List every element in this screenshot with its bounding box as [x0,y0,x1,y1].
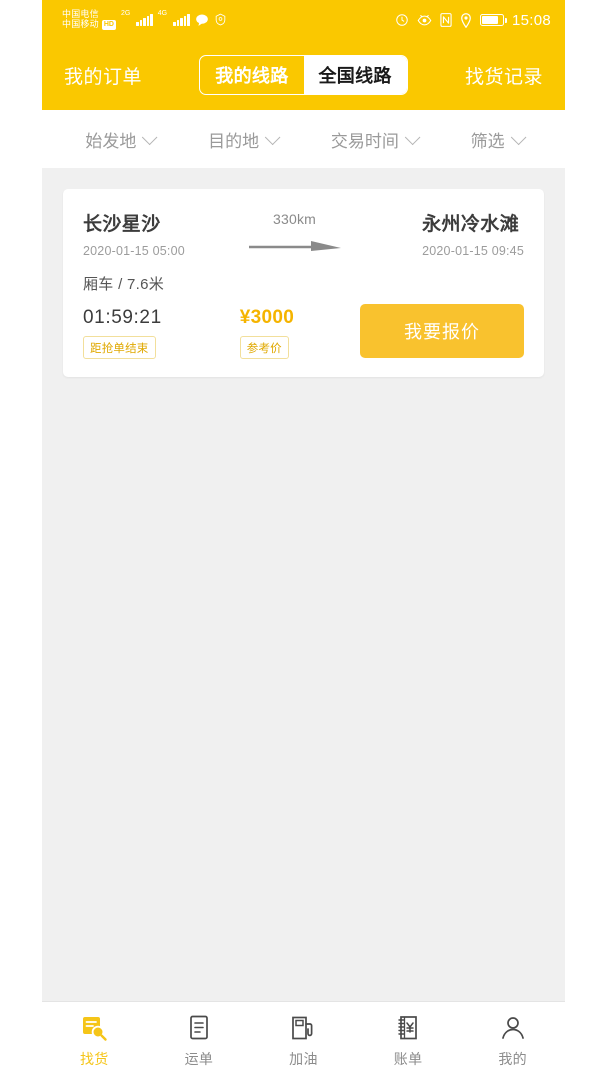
app-screen: 中国电信 中国移动 HD 2G 4G 15:08 我的订单 我的线路 全国线路 … [42,0,565,1080]
carrier-secondary-label: 中国移动 [62,18,99,29]
tab-waybill-label: 运单 [184,1051,214,1067]
segment-my-routes[interactable]: 我的线路 [200,56,303,94]
distance-label: 330km [272,211,317,227]
filter-bar: 始发地 目的地 交易时间 筛选 [42,110,565,168]
vehicle-requirement: 厢车 / 7.6米 [83,276,165,293]
countdown-block: 01:59:21 距抢单结束 [83,307,162,359]
status-bar-right: 15:08 [395,12,551,29]
chevron-down-icon [404,129,421,145]
fuel-pump-icon [289,1013,317,1043]
tab-waybill[interactable]: 运单 [147,1013,252,1069]
battery-icon [479,14,507,26]
filter-origin[interactable]: 始发地 [85,127,158,152]
notebook-yuan-icon [395,1013,422,1043]
destination-block: 永州冷水滩 2020-01-15 09:45 [422,209,524,258]
eye-icon [417,14,432,27]
price-block: ¥3000 参考价 [239,307,295,359]
route-card[interactable]: 长沙星沙 2020-01-15 05:00 330km 永州冷水滩 2020-0… [63,189,544,377]
price-badge: 参考价 [239,336,289,359]
location-pin-icon [460,12,472,28]
nfc-icon [440,13,452,27]
doc-search-icon [80,1013,108,1043]
tab-profile-label: 我的 [498,1051,527,1067]
reference-price: ¥3000 [239,307,295,328]
segment-national-routes[interactable]: 全国线路 [303,56,407,94]
status-bar-clock: 15:08 [511,11,551,29]
status-bar-left: 中国电信 中国移动 HD 2G 4G [62,9,227,30]
network-1-label: 2G [120,10,131,18]
signal-bars-icon [136,13,153,27]
chevron-down-icon [264,129,281,145]
origin-block: 长沙星沙 2020-01-15 05:00 [83,209,185,258]
route-summary: 长沙星沙 2020-01-15 05:00 330km 永州冷水滩 2020-0… [83,209,524,258]
header-link-search-history[interactable]: 找货记录 [465,62,543,89]
filter-destination[interactable]: 目的地 [208,127,281,152]
document-icon [186,1013,212,1043]
carrier-info: 中国电信 中国移动 HD [62,9,116,30]
tab-find-cargo-label: 找货 [79,1051,109,1067]
distance-block: 330km [185,209,404,256]
shield-icon [214,13,227,26]
destination-city: 永州冷水滩 [422,214,520,235]
tab-refuel-label: 加油 [289,1051,318,1067]
filter-more[interactable]: 筛选 [470,127,527,152]
person-icon [499,1013,527,1043]
alarm-icon [395,13,409,27]
tab-bills-label: 账单 [393,1051,423,1067]
signal-bars-icon-2 [173,13,190,27]
hd-badge: HD [101,19,116,30]
origin-time: 2020-01-15 05:00 [83,244,185,258]
chevron-down-icon [142,129,158,145]
route-list: 长沙星沙 2020-01-15 05:00 330km 永州冷水滩 2020-0… [42,168,565,1001]
origin-city: 长沙星沙 [83,214,161,235]
filter-origin-label: 始发地 [85,131,137,151]
tab-bills[interactable]: 账单 [356,1013,461,1069]
bottom-tab-bar: 找货 运单 加油 账单 我的 [42,1001,565,1080]
app-header: 我的订单 我的线路 全国线路 找货记录 [42,40,565,110]
destination-time: 2020-01-15 09:45 [422,244,524,258]
chevron-down-icon [510,129,527,145]
tab-find-cargo[interactable]: 找货 [42,1013,147,1069]
filter-destination-label: 目的地 [208,131,260,151]
tab-refuel[interactable]: 加油 [251,1013,356,1069]
network-2-label: 4G [157,10,168,18]
tab-profile[interactable]: 我的 [460,1013,565,1069]
card-action-row: 01:59:21 距抢单结束 ¥3000 参考价 我要报价 [83,304,524,359]
filter-more-label: 筛选 [470,131,505,151]
filter-trade-time-label: 交易时间 [330,131,399,151]
route-segmented-control: 我的线路 全国线路 [199,55,408,95]
countdown-badge: 距抢单结束 [83,336,156,359]
countdown-timer: 01:59:21 [83,307,162,328]
header-link-my-orders[interactable]: 我的订单 [64,62,142,89]
status-bar: 中国电信 中国移动 HD 2G 4G 15:08 [42,0,565,40]
quote-button[interactable]: 我要报价 [360,304,524,358]
message-icon [195,13,209,27]
route-arrow-icon [248,238,341,256]
filter-trade-time[interactable]: 交易时间 [330,127,421,152]
